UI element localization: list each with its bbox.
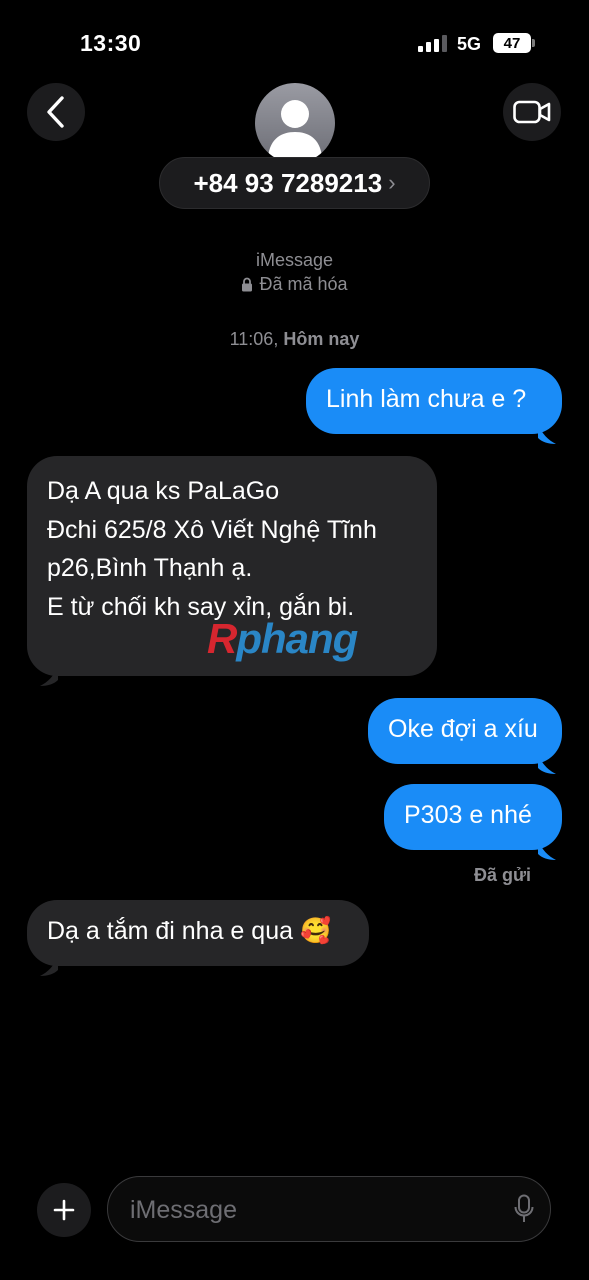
facetime-video-button[interactable] xyxy=(503,83,561,141)
bubble-tail xyxy=(40,956,58,976)
plus-icon xyxy=(53,1199,75,1221)
message-text: P303 e nhé xyxy=(404,801,532,829)
outgoing-message[interactable]: P303 e nhé xyxy=(384,784,562,850)
contact-name-pill[interactable]: +84 93 7289213 › xyxy=(159,157,430,209)
message-text: Oke đợi a xíu xyxy=(388,715,538,743)
timestamp-day: Hôm nay xyxy=(283,329,360,349)
battery-icon: 47 xyxy=(493,33,531,53)
encryption-label: Đã mã hóa xyxy=(259,274,348,294)
message-input[interactable] xyxy=(128,1191,492,1229)
network-type: 5G xyxy=(457,34,482,54)
status-time: 13:30 xyxy=(80,30,142,56)
battery-level: 47 xyxy=(503,34,521,52)
message-text: Linh làm chưa e ? xyxy=(326,385,527,413)
message-text: Dạ a tắm đi nha e qua 🥰 xyxy=(47,917,332,945)
lock-icon xyxy=(242,277,253,292)
person-icon xyxy=(268,100,322,157)
contact-name: +84 93 7289213 xyxy=(193,167,383,198)
message-line: p26,Bình Thạnh ạ. xyxy=(47,554,253,582)
message-composer[interactable] xyxy=(107,1176,551,1242)
timestamp-time: 11:06, xyxy=(229,329,279,349)
bubble-tail xyxy=(538,754,556,774)
message-line: Đchi 625/8 Xô Viết Nghệ Tĩnh xyxy=(47,515,377,544)
chevron-right-icon: › xyxy=(388,170,396,195)
encryption-notice: Đã mã hóa xyxy=(0,274,589,295)
battery-cap xyxy=(532,39,535,47)
chevron-left-icon xyxy=(47,96,64,128)
bubble-tail xyxy=(538,424,556,444)
cellular-signal-icon xyxy=(418,35,448,52)
delivery-status: Đã gửi xyxy=(474,865,532,885)
message-timestamp: 11:06, Hôm nay xyxy=(0,329,589,350)
bubble-tail xyxy=(538,840,556,860)
message-line: Dạ A qua ks PaLaGo xyxy=(47,477,280,505)
outgoing-message[interactable]: Linh làm chưa e ? xyxy=(306,368,562,434)
apps-plus-button[interactable] xyxy=(37,1183,91,1237)
outgoing-message[interactable]: Oke đợi a xíu xyxy=(368,698,562,764)
service-label: iMessage xyxy=(255,250,334,270)
contact-avatar[interactable] xyxy=(255,83,335,163)
microphone-icon[interactable] xyxy=(514,1194,534,1224)
bubble-tail xyxy=(40,666,58,686)
watermark-logo: Rphang xyxy=(207,615,358,662)
back-button[interactable] xyxy=(27,83,85,141)
video-camera-icon xyxy=(513,100,551,124)
incoming-message[interactable]: Dạ a tắm đi nha e qua 🥰 xyxy=(27,900,369,966)
